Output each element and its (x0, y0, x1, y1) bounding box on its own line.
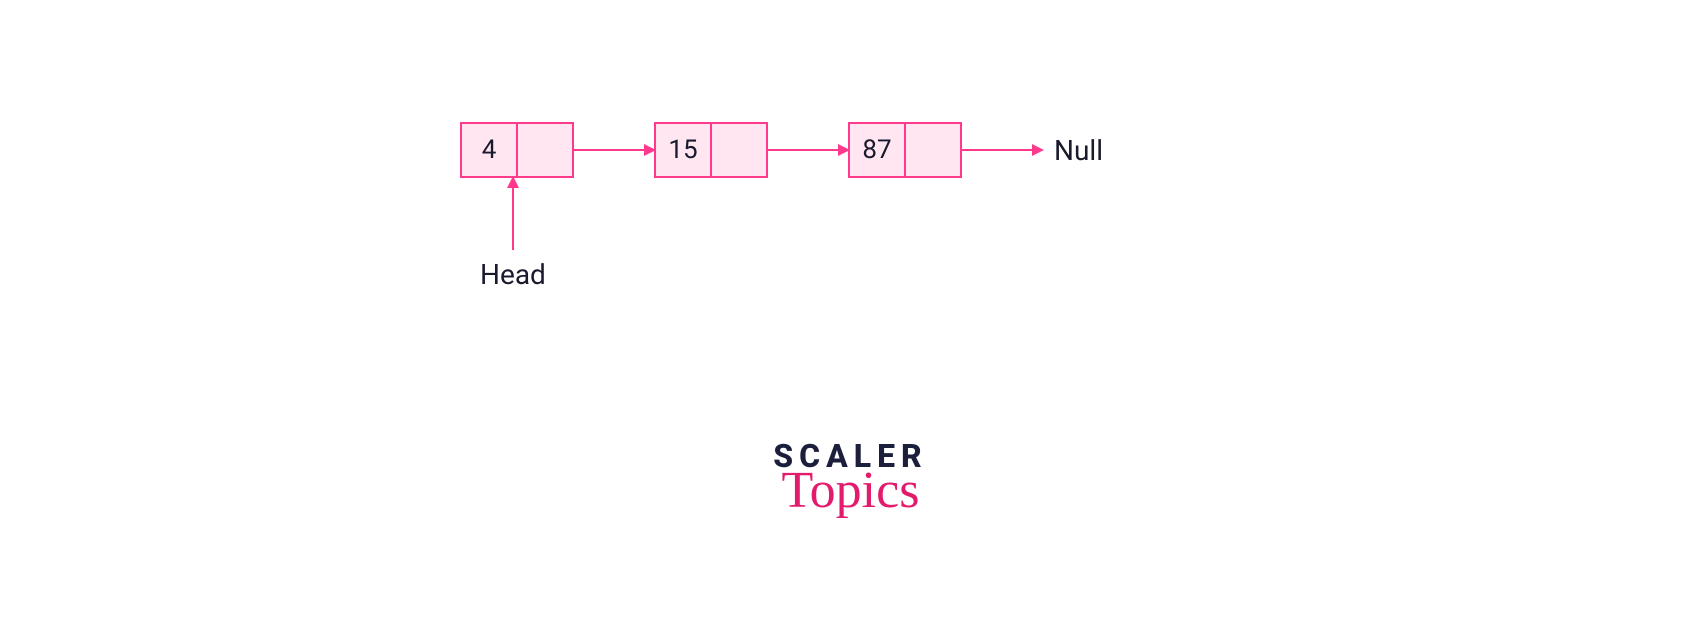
arrow-icon (768, 149, 848, 151)
node-value: 87 (850, 124, 906, 176)
node-pointer-cell (712, 124, 766, 176)
node-pointer-cell (906, 124, 960, 176)
arrow-icon (962, 149, 1042, 151)
head-pointer: Head (480, 178, 546, 291)
node-pointer-cell (518, 124, 572, 176)
diagram-canvas: 4 15 87 Null Head SCALER Topics (0, 0, 1701, 632)
list-node: 4 (460, 122, 574, 178)
head-label: Head (480, 258, 546, 291)
brand-logo: SCALER Topics (773, 440, 927, 515)
list-node: 87 (848, 122, 962, 178)
list-node: 15 (654, 122, 768, 178)
node-value: 4 (462, 124, 518, 176)
linked-list: 4 15 87 Null (460, 122, 1103, 178)
arrow-up-icon (512, 178, 514, 250)
null-label: Null (1054, 134, 1103, 167)
brand-name-bottom: Topics (773, 468, 927, 515)
arrow-icon (574, 149, 654, 151)
node-value: 15 (656, 124, 712, 176)
